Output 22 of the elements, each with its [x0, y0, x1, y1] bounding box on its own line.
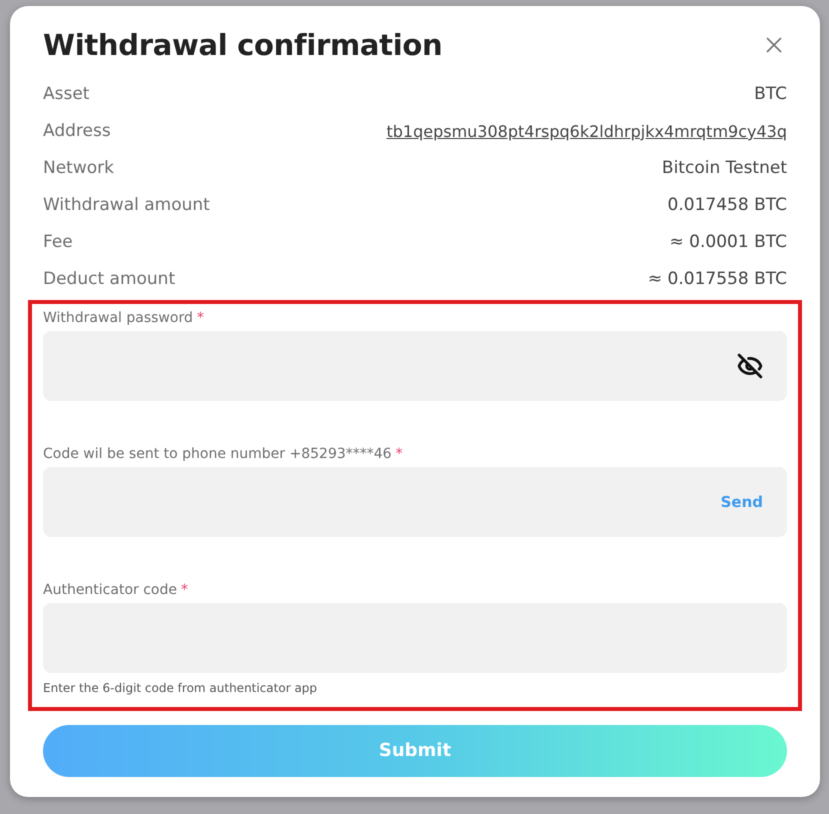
detail-value: ≈ 0.0001 BTC	[670, 232, 787, 252]
dialog-title: Withdrawal confirmation	[43, 28, 442, 62]
eye-off-icon[interactable]	[737, 352, 763, 379]
detail-label: Network	[43, 158, 114, 178]
detail-value: BTC	[754, 84, 787, 104]
detail-label: Deduct amount	[43, 269, 176, 290]
field-hint: Enter the 6-digit code from authenticator app	[43, 680, 318, 695]
field-label: Withdrawal password *	[43, 310, 205, 326]
input-field[interactable]	[43, 330, 787, 401]
detail-value: Bitcoin Testnet	[662, 158, 787, 178]
submit-button[interactable]: Submit	[43, 724, 787, 778]
field-label: Code wil be sent to phone number +85293****46 *	[43, 446, 404, 462]
address-link[interactable]: tb1qepsmu308pt4rspq6k2ldhrpjkx4mrqtm9cy43q	[386, 122, 787, 141]
field-label: Authenticator code *	[43, 582, 189, 598]
detail-label: Fee	[43, 232, 73, 252]
detail-value: 0.017458 BTC	[668, 195, 787, 216]
detail-label: Address	[43, 121, 111, 142]
detail-label: Withdrawal amount	[43, 195, 210, 216]
detail-label: Asset	[43, 84, 90, 104]
input-field[interactable]: Send	[43, 466, 787, 537]
detail-value: ≈ 0.017558 BTC	[648, 269, 787, 290]
send-button[interactable]: Send	[720, 492, 763, 511]
